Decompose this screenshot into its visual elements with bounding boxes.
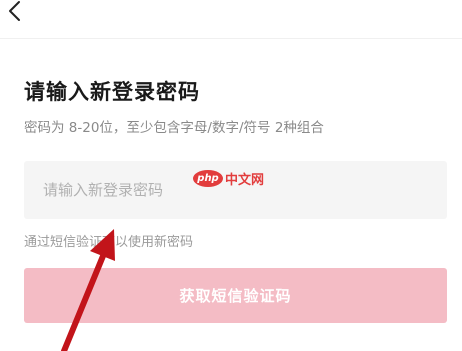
get-sms-code-button[interactable]: 获取短信验证码 [24, 268, 447, 323]
sms-verify-link[interactable]: 通过短信验证可以使用新密码 [24, 231, 193, 250]
new-password-field[interactable] [24, 161, 447, 219]
page-title: 请输入新登录密码 [24, 80, 200, 104]
top-nav-bar [0, 0, 462, 39]
chevron-left-icon [9, 1, 20, 21]
new-password-input[interactable] [24, 161, 447, 219]
password-rule-hint: 密码为 8-20位，至少包含字母/数字/符号 2种组合 [24, 120, 324, 136]
back-button[interactable] [4, 0, 28, 24]
